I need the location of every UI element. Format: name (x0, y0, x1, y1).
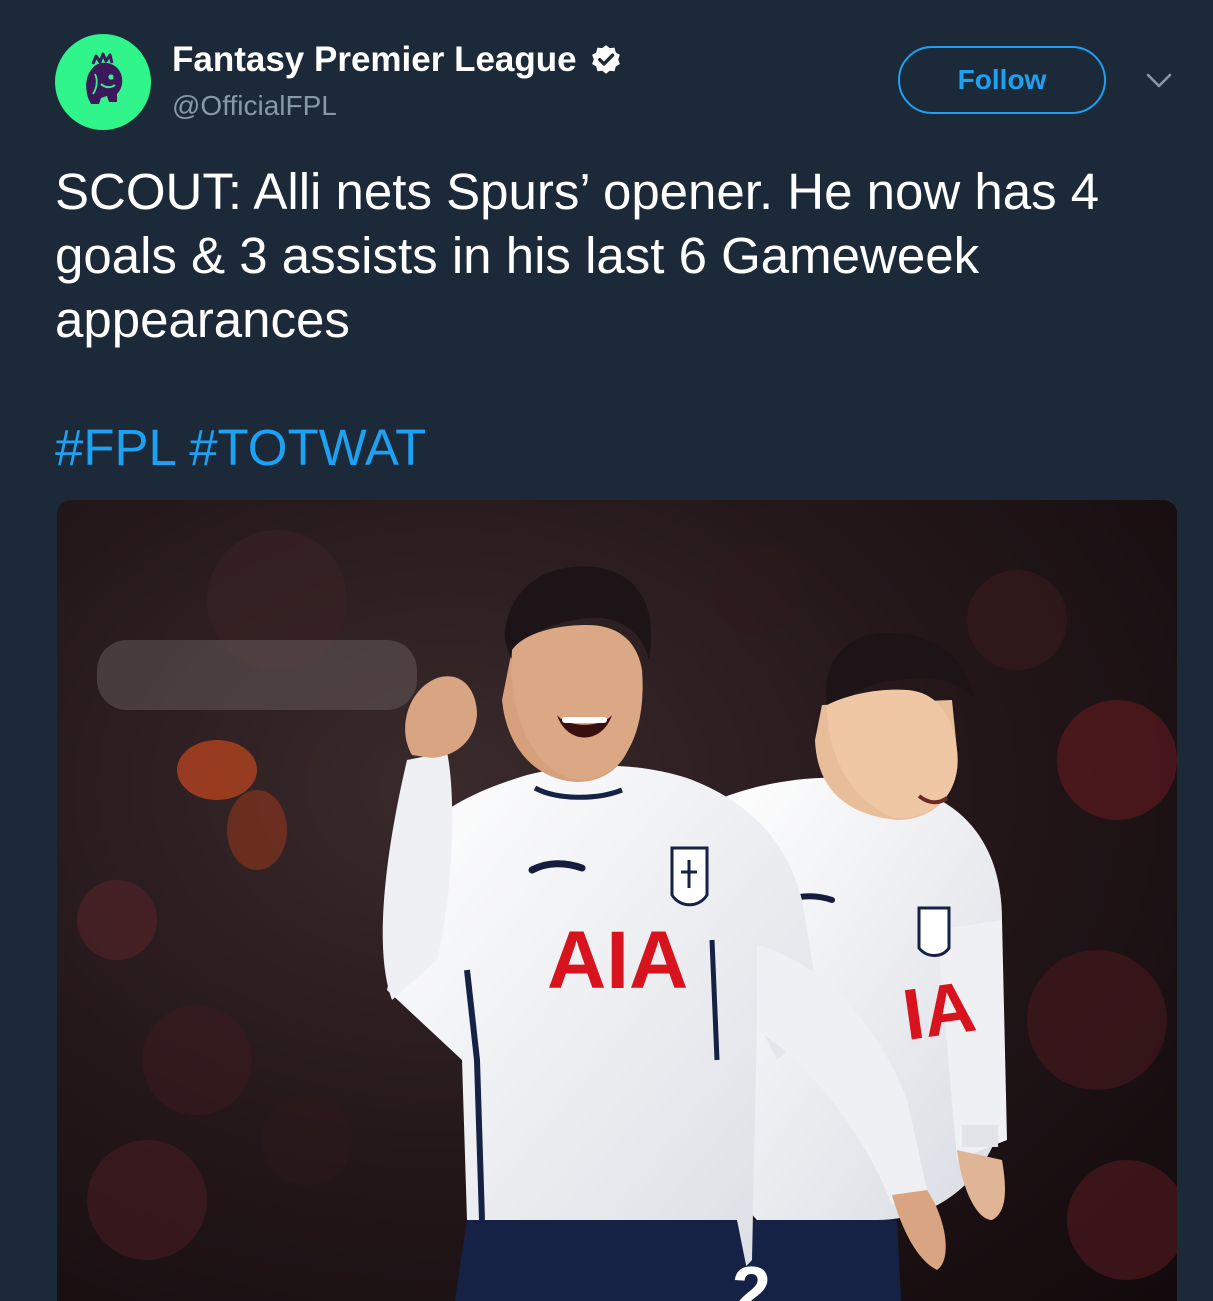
shirt-number: 2 (732, 1252, 771, 1301)
sponsor-logo: AIA (547, 915, 688, 1006)
chevron-down-icon[interactable] (1144, 66, 1174, 96)
tweet-card: Fantasy Premier League @OfficialFPL Foll… (0, 0, 1213, 1301)
tweet-text: SCOUT: Alli nets Spurs’ opener. He now h… (55, 163, 1100, 348)
hashtags: #FPL #TOTWAT (55, 416, 426, 480)
display-name-row[interactable]: Fantasy Premier League (172, 40, 623, 80)
premier-league-lion-icon (86, 52, 123, 104)
tweet-photo[interactable]: IA 2 AIA (57, 500, 1177, 1301)
display-name[interactable]: Fantasy Premier League (172, 40, 577, 80)
football-celebration-photo: IA 2 AIA (57, 500, 1177, 1301)
hashtag-totwat[interactable]: #TOTWAT (189, 419, 426, 476)
hashtag-fpl[interactable]: #FPL (55, 419, 175, 476)
verified-badge-icon (591, 45, 620, 74)
avatar[interactable] (55, 34, 151, 130)
handle[interactable]: @OfficialFPL (172, 90, 337, 122)
sponsor-logo-partial: IA (898, 967, 980, 1056)
follow-button[interactable]: Follow (898, 46, 1106, 114)
